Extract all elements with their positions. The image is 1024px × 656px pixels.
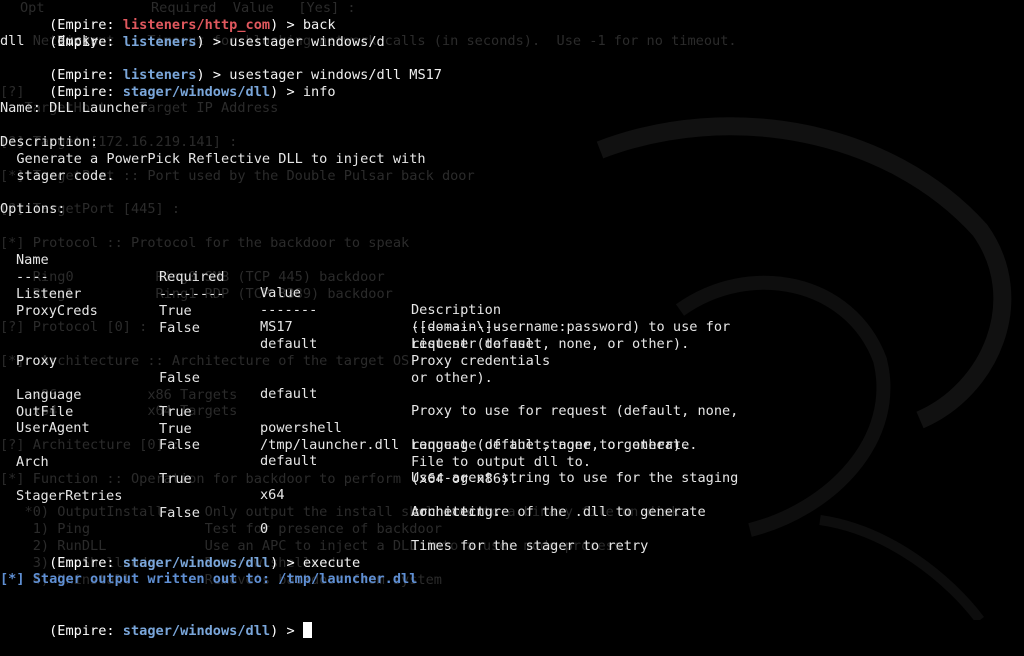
table-separator-row: ---- -------- ------- ----------- xyxy=(0,252,501,335)
prompt-suffix: ) > xyxy=(270,554,303,571)
option-description: (x64 or x86). xyxy=(411,470,518,487)
prompt-suffix: ) > xyxy=(196,33,230,50)
option-value: /tmp/launcher.dll xyxy=(260,437,400,454)
command-line: (Empire: stager/windows/dll) > execute xyxy=(0,538,360,571)
option-required: False xyxy=(159,436,200,453)
table-row: Language True powershell Language of the… xyxy=(0,370,697,453)
option-required: False xyxy=(159,504,200,521)
command-text: info xyxy=(302,83,336,100)
table-row-continuation: ([domain\]username:password) to use for xyxy=(0,302,730,335)
command-line: (Empire: listeners) > usestager windows/… xyxy=(0,17,385,50)
option-value: default xyxy=(260,336,318,353)
prompt-suffix: ) > xyxy=(270,83,303,100)
table-row: ProxyCreds False default Proxy credentia… xyxy=(0,286,550,369)
option-description: File to output dll to. xyxy=(411,454,592,471)
command-line: (Empire: stager/windows/dll) > info xyxy=(0,67,336,100)
option-value: default xyxy=(260,453,318,470)
table-row: Arch True x64 Architecture of the .dll t… xyxy=(0,437,706,520)
table-row-continuation: or other). xyxy=(0,353,493,386)
table-row: UserAgent False default User-agent strin… xyxy=(0,403,738,486)
command-line: (Empire: listeners) > usestager windows/… xyxy=(0,50,442,83)
description-label: Description: xyxy=(0,134,99,150)
terminal-output: (Empire: listeners/http_com) > back (Emp… xyxy=(0,0,1024,639)
option-description: Proxy credentials xyxy=(411,353,551,370)
table-row-continuation: (x64 or x86). xyxy=(0,454,517,487)
option-value: x64 xyxy=(260,487,285,504)
option-value: powershell xyxy=(260,420,342,437)
description-text: stager code. xyxy=(0,168,115,184)
prompt-module: stager/windows/dll xyxy=(122,622,271,639)
column-header-description: Description xyxy=(411,302,502,319)
option-description: connecting. xyxy=(411,503,502,520)
option-required: True xyxy=(159,302,192,319)
option-value: default xyxy=(260,386,318,403)
prompt-module: listeners xyxy=(122,33,197,50)
table-row-continuation: request (default, none, or other). xyxy=(0,319,689,352)
option-required: False xyxy=(159,319,200,336)
option-required: True xyxy=(159,403,192,420)
prompt-prefix: (Empire: xyxy=(49,554,123,571)
command-line: (Empire: listeners/http_com) > back xyxy=(0,0,336,33)
option-required: True xyxy=(159,470,192,487)
prompt-module: stager/windows/dll xyxy=(122,83,271,100)
prompt-prefix: (Empire: xyxy=(49,83,123,100)
prompt-suffix: ) > xyxy=(270,622,303,639)
table-row-continuation: connecting. xyxy=(0,487,501,520)
command-text: usestager windows/d xyxy=(229,33,385,50)
stager-output-message: [*] Stager output written out to: /tmp/l… xyxy=(0,571,418,587)
table-row: StagerRetries False 0 Times for the stag… xyxy=(0,471,648,554)
option-value: MS17 xyxy=(260,319,293,336)
terminal-window[interactable]: Opt Required Value [Yes] : NetTimeout ::… xyxy=(0,0,1024,639)
stager-name: Name: DLL Launcher xyxy=(0,100,148,116)
prompt-module: stager/windows/dll xyxy=(122,554,271,571)
table-row: Proxy False default Proxy to use for req… xyxy=(0,336,738,419)
column-header-required: Required xyxy=(159,268,225,285)
text-cursor xyxy=(302,621,312,638)
options-label: Options: xyxy=(0,201,66,217)
command-text: execute xyxy=(302,554,361,571)
column-header-value: Value xyxy=(260,285,301,302)
option-required: True xyxy=(159,420,192,437)
table-row: OutFile True /tmp/launcher.dll File to o… xyxy=(0,387,591,470)
table-header-row: Name Required Value Description xyxy=(0,235,501,318)
completion-output: dll ducky xyxy=(0,33,99,49)
option-description: or other). xyxy=(411,369,493,386)
separator: -------- xyxy=(159,285,225,302)
table-row: Listener True MS17 Listener to use. xyxy=(0,269,542,352)
option-description: Proxy to use for request (default, none, xyxy=(411,403,739,420)
option-description: request (default, none, or other). xyxy=(411,436,690,453)
option-required: False xyxy=(159,369,200,386)
option-value: 0 xyxy=(260,521,269,538)
separator: ------- xyxy=(260,302,318,319)
prompt-prefix: (Empire: xyxy=(49,622,123,639)
active-prompt-line[interactable]: (Empire: stager/windows/dll) > xyxy=(0,605,312,639)
option-description: ([domain\]username:password) to use for xyxy=(411,318,731,335)
table-row-continuation: request (default, none, or other). xyxy=(0,420,689,453)
description-text: Generate a PowerPick Reflective DLL to i… xyxy=(0,151,426,167)
option-description: request (default, none, or other). xyxy=(411,335,690,352)
option-description: Times for the stager to retry xyxy=(411,538,649,555)
